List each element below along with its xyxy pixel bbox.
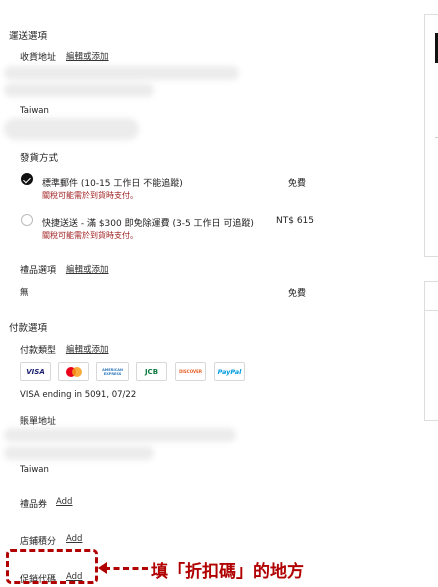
shipping-option-standard-radio[interactable] bbox=[21, 173, 33, 185]
amex-card-icon: AMERICAN EXPRESS bbox=[96, 362, 129, 381]
shipping-option-standard-title: 標準郵件 (10-15 工作日 不能追蹤) bbox=[42, 179, 183, 189]
shipping-option-express-title: 快捷送送 - 滿 $300 即免除運費 (3-5 工作日 可追蹤) bbox=[42, 219, 254, 229]
gift-voucher-label: 禮品券 bbox=[20, 500, 48, 510]
promo-code-highlight-box bbox=[6, 549, 98, 584]
redacted-address-line bbox=[4, 66, 239, 80]
gift-options-edit-link[interactable]: 編輯或添加 bbox=[66, 263, 109, 275]
shipping-option-standard-price: 免費 bbox=[288, 179, 307, 189]
payment-type-edit-link[interactable]: 編輯或添加 bbox=[66, 343, 109, 355]
annotation-arrow-line bbox=[104, 567, 148, 570]
store-credit-label: 店鋪積分 bbox=[20, 537, 57, 547]
payment-section-title: 付款選項 bbox=[9, 323, 48, 334]
redacted-address-line bbox=[4, 83, 154, 97]
annotation-text: 填「折扣碼」的地方 bbox=[151, 562, 304, 582]
billing-country: Taiwan bbox=[20, 465, 49, 475]
redacted-billing-line bbox=[4, 446, 154, 460]
shipping-country: Taiwan bbox=[20, 106, 49, 116]
order-items-panel bbox=[424, 281, 438, 421]
paypal-icon: PayPal bbox=[214, 362, 245, 381]
mastercard-circles bbox=[65, 366, 82, 377]
panel-divider bbox=[425, 310, 438, 311]
shipping-method-title: 發貨方式 bbox=[20, 153, 59, 164]
store-credit-add-link[interactable]: Add bbox=[66, 534, 82, 544]
card-info: VISA ending in 5091, 07/22 bbox=[20, 390, 137, 400]
shipping-option-express-note: 關稅可能需於到貨時支付。 bbox=[42, 231, 138, 240]
discover-card-icon: DISCOVER bbox=[175, 362, 206, 381]
shipping-section-title: 運送選項 bbox=[9, 31, 48, 42]
gift-voucher-add-link[interactable]: Add bbox=[56, 497, 72, 507]
gift-options-label: 禮品選項 bbox=[20, 266, 57, 276]
shipping-option-express-radio[interactable] bbox=[21, 214, 33, 226]
gift-options-price: 免費 bbox=[288, 289, 307, 299]
shipping-address-edit-link[interactable]: 編輯或添加 bbox=[66, 50, 109, 62]
shipping-address-label: 收貨地址 bbox=[20, 53, 57, 63]
shipping-option-standard-note: 關稅可能需於到貨時支付。 bbox=[42, 191, 138, 200]
redacted-address-line bbox=[4, 118, 139, 140]
mastercard-icon bbox=[58, 362, 89, 381]
order-summary-panel bbox=[424, 14, 438, 257]
redacted-billing-line bbox=[4, 428, 236, 442]
billing-address-label: 賬單地址 bbox=[20, 417, 57, 427]
shipping-option-express-price: NT$ 615 bbox=[276, 216, 314, 226]
payment-type-label: 付款類型 bbox=[20, 346, 57, 356]
jcb-card-icon: JCB bbox=[136, 362, 167, 381]
visa-card-icon: VISA bbox=[20, 362, 51, 381]
gift-options-value: 無 bbox=[20, 288, 29, 298]
